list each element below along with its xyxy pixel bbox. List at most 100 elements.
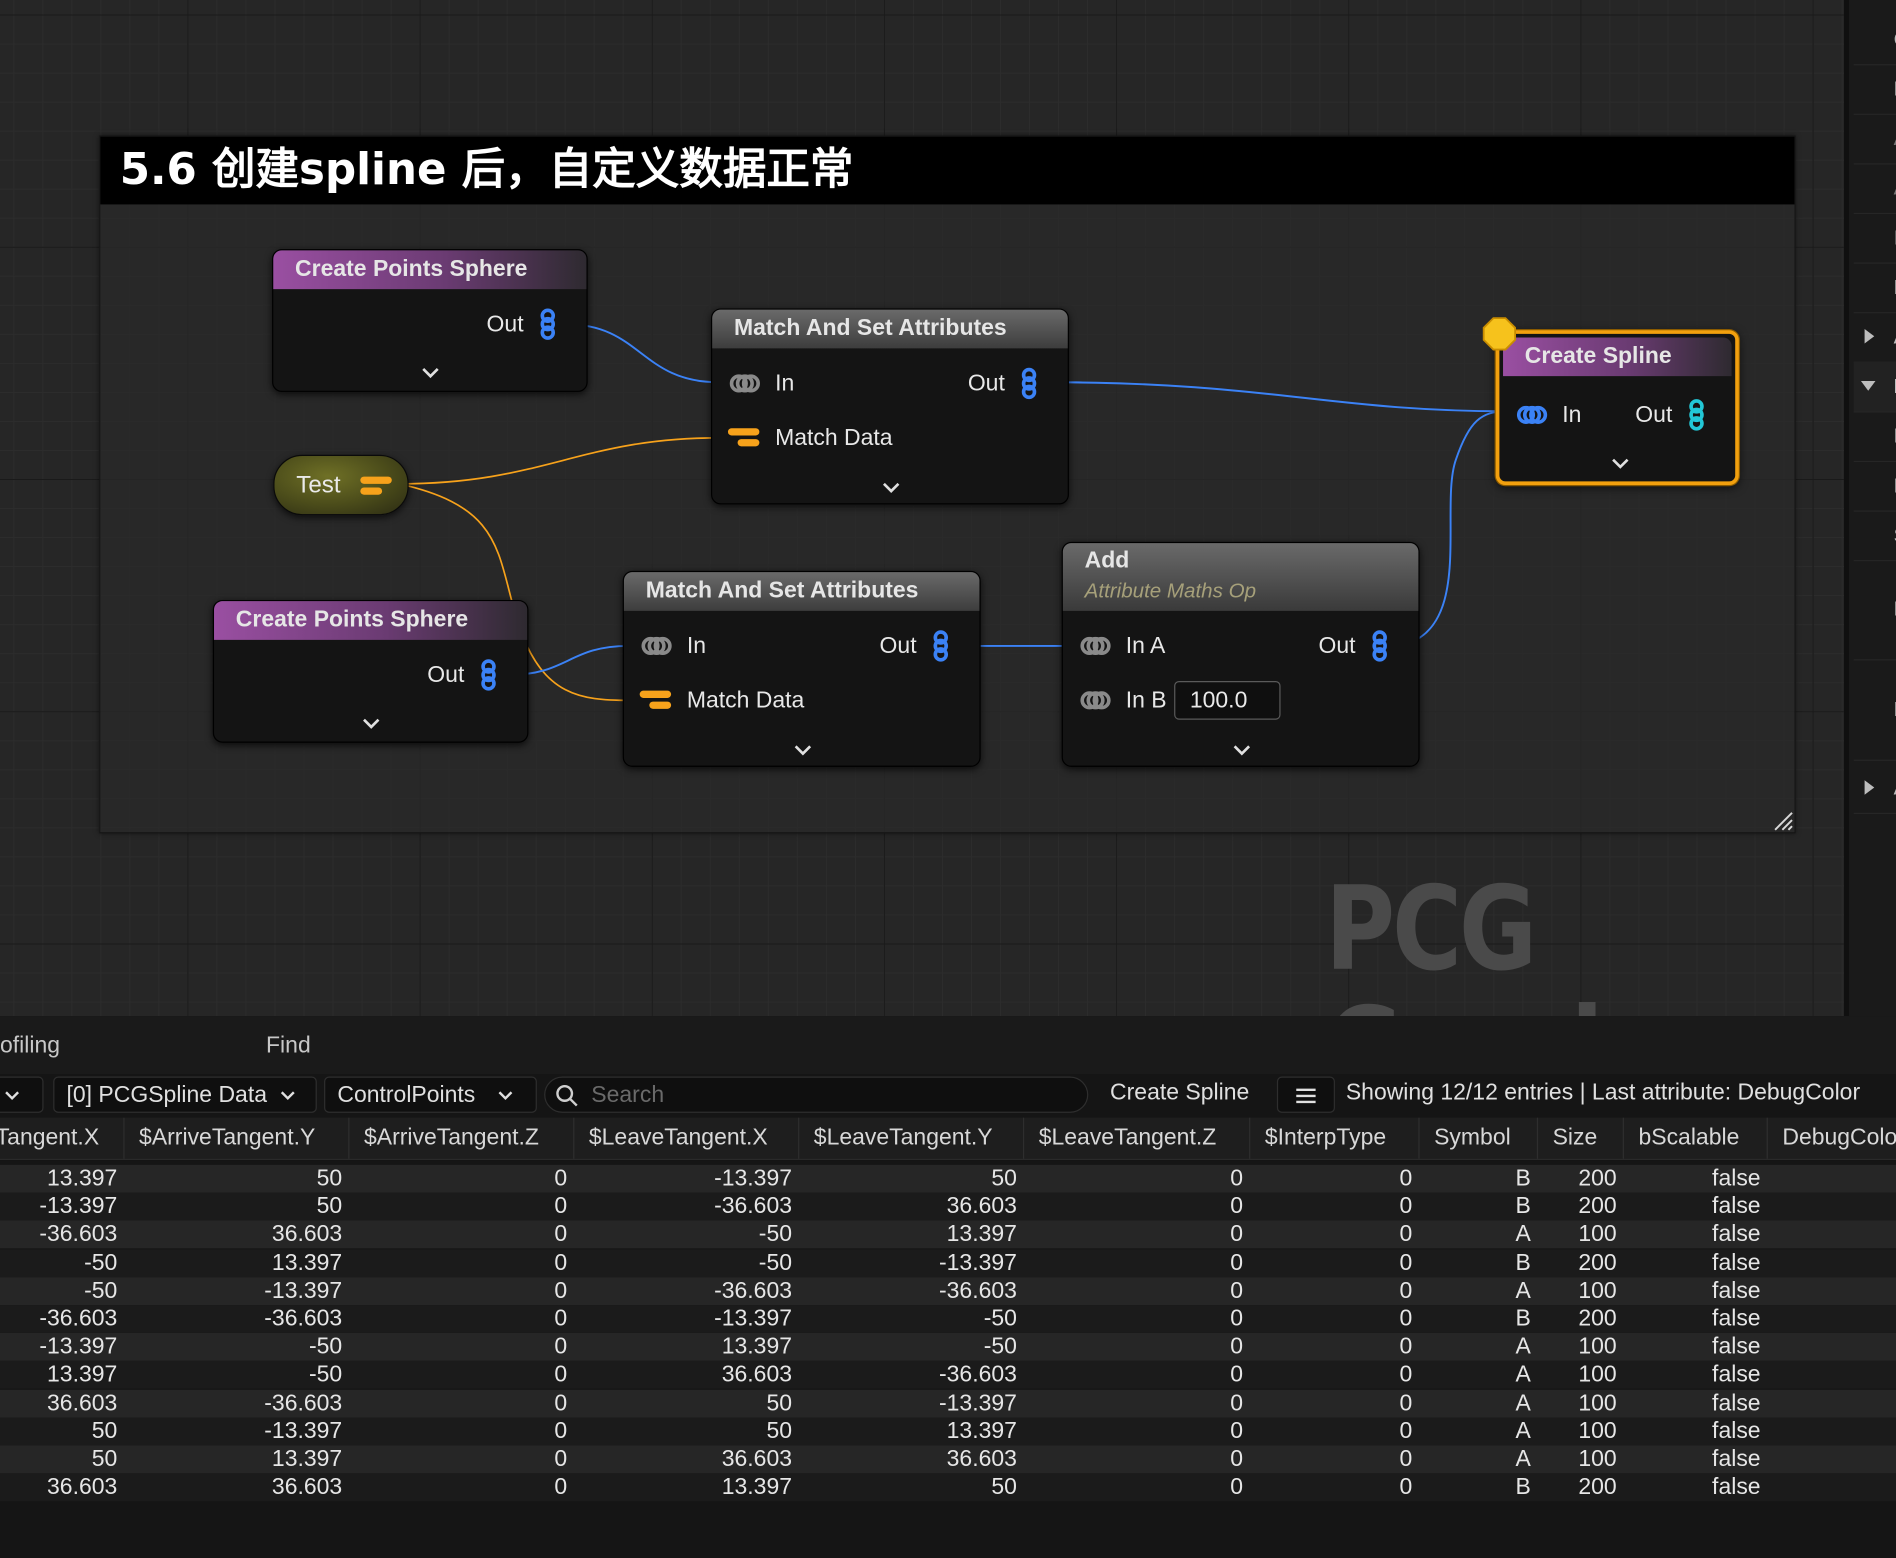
panel-row[interactable]: D (1853, 461, 1896, 512)
panel-row[interactable]: A (1853, 114, 1896, 165)
column-header[interactable]: DebugColo (1768, 1118, 1896, 1159)
expand-chevron-icon[interactable] (877, 477, 906, 499)
spline-data-pin-icon[interactable] (1684, 397, 1708, 433)
table-row[interactable]: -13.397 50 0 -36.603 36.603 0 0 B 200 false (0, 1192, 1896, 1221)
point-data-pin-icon[interactable] (536, 306, 560, 342)
table-row[interactable]: 36.603 36.603 0 13.397 50 0 0 B 200 false (0, 1473, 1896, 1502)
panel-row[interactable]: L (1853, 213, 1896, 264)
panel-section-collapsed[interactable]: A (1853, 312, 1896, 363)
collapsed-dropdown[interactable] (0, 1076, 44, 1113)
node-add-attribute-maths-op[interactable]: Add Attribute Maths Op In A Out In B 100… (1061, 541, 1420, 767)
table-row[interactable]: 50 13.397 0 36.603 36.603 0 0 A 100 false (0, 1445, 1896, 1474)
point-data-input-pin-icon[interactable] (729, 365, 760, 401)
out-pin-label: Out (879, 633, 917, 660)
point-data-pin-icon[interactable] (929, 628, 953, 664)
panel-section-collapsed[interactable]: A (1853, 763, 1896, 815)
panel-row[interactable]: A (1853, 163, 1896, 215)
match-data-pin-label: Match Data (775, 425, 893, 452)
panel-row[interactable]: F (1853, 262, 1896, 314)
expand-chevron-icon[interactable] (1227, 739, 1256, 761)
graph-canvas[interactable]: 5.6 创建spline 后，自定义数据正常 Create Points Sph… (0, 0, 1845, 1110)
param-pin-icon[interactable] (359, 474, 393, 498)
table-row[interactable]: 13.397 50 0 -13.397 50 0 0 B 200 false (0, 1164, 1896, 1193)
table-cell: 0 (1230, 1166, 1244, 1192)
table-cell: 0 (1230, 1250, 1244, 1276)
panel-row[interactable]: M (1853, 660, 1896, 761)
table-cell: 0 (554, 1306, 568, 1332)
column-header[interactable]: $ArriveTangent.Y (125, 1117, 350, 1159)
resize-handle-icon[interactable] (1770, 808, 1794, 832)
search-input[interactable] (588, 1080, 1078, 1112)
table-cell: 36.603 (721, 1446, 793, 1473)
table-row[interactable]: 36.603 -36.603 0 50 -13.397 0 0 A 100 false (0, 1389, 1896, 1418)
attribute-list-panel: ofiling Find [0] PCGSpline Data ControlP… (0, 1016, 1896, 1558)
options-menu-button[interactable] (1276, 1076, 1335, 1113)
node-test[interactable]: Test (273, 454, 409, 516)
table-cell: -50 (758, 1222, 793, 1248)
point-data-pin-icon[interactable] (1368, 628, 1392, 664)
point-data-input-pin-icon[interactable] (1080, 682, 1111, 718)
table-row[interactable]: -13.397 -50 0 13.397 -50 0 0 A 100 false (0, 1333, 1896, 1362)
collapse-arrow-icon[interactable] (1860, 380, 1877, 392)
column-header[interactable]: bScalable (1624, 1117, 1768, 1159)
data-select-dropdown[interactable]: [0] PCGSpline Data (53, 1076, 317, 1113)
inspect-breakpoint-icon[interactable] (1482, 317, 1517, 351)
search-box[interactable] (544, 1076, 1089, 1113)
panel-section-expanded[interactable]: D (1853, 361, 1896, 413)
node-create-points-sphere-1[interactable]: Create Points Sphere Out (272, 249, 588, 392)
column-header[interactable]: $LeaveTangent.Z (1024, 1117, 1251, 1159)
expand-chevron-icon[interactable] (416, 362, 445, 384)
node-match-and-set-attributes-2[interactable]: Match And Set Attributes In Out Match Da… (622, 570, 981, 767)
expand-arrow-icon[interactable] (1863, 779, 1875, 796)
column-header[interactable]: $ArriveTangent.Z (349, 1117, 575, 1159)
expand-chevron-icon[interactable] (788, 739, 817, 761)
in-b-value-field[interactable]: 100.0 (1174, 681, 1281, 720)
point-data-input-pin-icon[interactable] (641, 628, 672, 664)
table-row[interactable]: 13.397 -50 0 36.603 -36.603 0 0 A 100 false (0, 1361, 1896, 1390)
param-pin-icon[interactable] (638, 688, 672, 712)
panel-row[interactable]: S (1853, 510, 1896, 562)
table-row[interactable]: -36.603 -36.603 0 -13.397 -50 0 0 B 200 false (0, 1305, 1896, 1333)
table-cell: false (1712, 1334, 1761, 1360)
point-data-input-pin-icon[interactable] (1080, 628, 1111, 664)
column-header[interactable]: Symbol (1420, 1117, 1539, 1159)
table-row[interactable]: -50 13.397 0 -50 -13.397 0 0 B 200 false (0, 1249, 1896, 1277)
column-header[interactable]: $LeaveTangent.Y (799, 1117, 1025, 1159)
node-create-spline[interactable]: Create Spline In Out (1495, 330, 1739, 486)
table-cell: 13.397 (721, 1474, 793, 1501)
point-data-pin-icon[interactable] (476, 657, 500, 693)
domain-select-dropdown[interactable]: ControlPoints (324, 1076, 537, 1113)
tab-profiling[interactable]: ofiling (0, 1033, 60, 1060)
panel-row[interactable]: C (1853, 15, 1896, 66)
hamburger-menu-icon (1296, 1088, 1316, 1104)
node-create-points-sphere-2[interactable]: Create Points Sphere Out (212, 599, 529, 743)
param-pin-icon[interactable] (727, 426, 761, 450)
table-cell: 0 (1399, 1306, 1413, 1332)
entries-status: Showing 12/12 entries | Last attribute: … (1345, 1080, 1861, 1106)
expand-chevron-icon[interactable] (357, 712, 386, 734)
panel-row[interactable]: L (1853, 64, 1896, 115)
comment-title[interactable]: 5.6 创建spline 后，自定义数据正常 (100, 136, 1795, 205)
column-header[interactable]: $LeaveTangent.X (574, 1117, 800, 1159)
column-header[interactable]: Size (1538, 1117, 1624, 1159)
table-cell: 200 (1578, 1306, 1617, 1332)
table-cell: false (1712, 1194, 1761, 1220)
column-header[interactable]: $InterpType (1250, 1117, 1420, 1159)
table-cell: 0 (1230, 1194, 1244, 1220)
point-data-pin-icon[interactable] (1017, 365, 1041, 401)
column-header[interactable]: Tangent.X (0, 1117, 125, 1159)
expand-chevron-icon[interactable] (1606, 452, 1635, 474)
point-data-input-pin-icon[interactable] (1516, 397, 1548, 433)
table-row[interactable]: 50 -13.397 0 50 13.397 0 0 A 100 false (0, 1417, 1896, 1446)
table-row[interactable]: -36.603 36.603 0 -50 13.397 0 0 A 100 false (0, 1220, 1896, 1249)
tab-find[interactable]: Find (266, 1033, 311, 1060)
panel-row[interactable]: F (1853, 560, 1896, 661)
table-row[interactable]: -50 -13.397 0 -36.603 -36.603 0 0 A 100 false (0, 1277, 1896, 1305)
panel-row[interactable]: E (1853, 411, 1896, 463)
table-cell: -36.603 (264, 1306, 343, 1332)
table-cell: 0 (554, 1390, 568, 1416)
table-cell: false (1712, 1390, 1761, 1416)
expand-arrow-icon[interactable] (1863, 328, 1875, 345)
table-cell: -36.603 (939, 1362, 1017, 1388)
node-match-and-set-attributes-1[interactable]: Match And Set Attributes In Out Match Da… (711, 308, 1069, 505)
